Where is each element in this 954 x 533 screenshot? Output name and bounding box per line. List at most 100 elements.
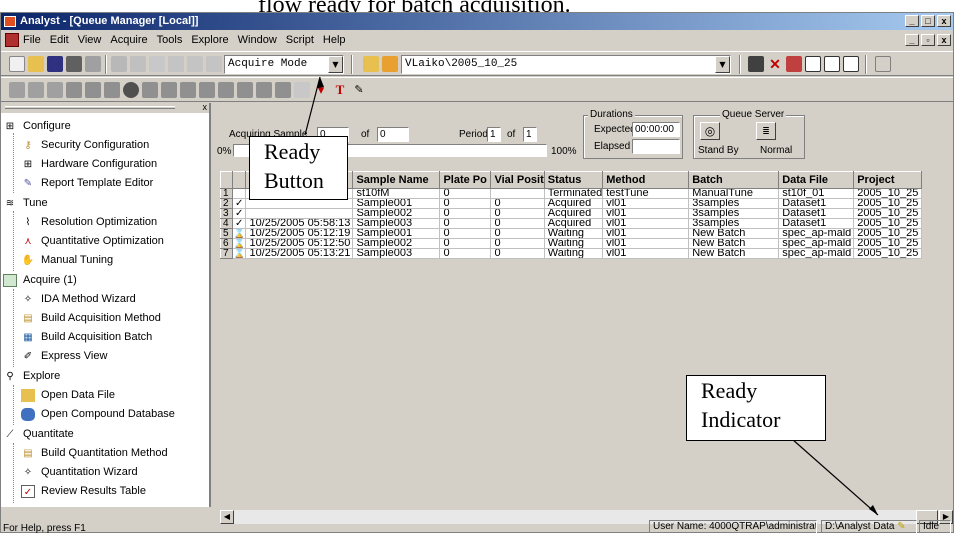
data-file-cell[interactable]: Dataset1 [778,198,855,209]
column-header[interactable]: Status [543,171,604,189]
row-number[interactable]: 5 [220,228,233,239]
status-cell[interactable]: Waiting [543,238,604,249]
print-icon[interactable] [66,56,82,72]
paste-icon[interactable] [149,56,165,72]
batch-cell[interactable]: New Batch [688,228,780,239]
doc-close-button[interactable]: x [937,34,951,46]
column-header[interactable]: Vial Posit [490,171,545,189]
sample-name-cell[interactable]: Sample002 [352,208,441,219]
sample-name-cell[interactable]: Sample001 [352,198,441,209]
nav-item-configure[interactable]: ⊞ Configure [3,117,71,135]
status-cell[interactable]: Terminated [543,188,604,199]
mode-combo[interactable]: Acquire Mode ▼ [224,55,344,74]
acquired-time-cell[interactable]: 10/25/2005 05:12:50 [245,238,354,249]
method-cell[interactable]: testTune [602,188,690,199]
table-row[interactable]: 2 ✓ Sample001 0 0 Acquired vl01 3samples Dataset… [220,198,923,209]
project-cell[interactable]: 2005_10_25 [853,228,923,239]
batch-cell[interactable]: 3samples [688,198,780,209]
status-cell[interactable]: Waiting [543,228,604,239]
text-icon[interactable]: T [332,82,348,98]
chevron-down-icon[interactable]: ▼ [328,56,343,73]
vial-position-cell[interactable]: 0 [490,228,545,239]
plate-position-cell[interactable]: 0 [439,238,492,249]
vial-position-cell[interactable]: 0 [490,218,545,229]
batch-cell[interactable]: ManualTune [688,188,780,199]
project-cell[interactable]: 2005_10_25 [853,218,923,229]
project-folder-icon[interactable] [363,56,379,72]
nav-item-build-acquisition-method[interactable]: ▤ Build Acquisition Method [21,309,161,327]
report-icon[interactable] [786,56,802,72]
nav-item-review-results-table[interactable]: ✓ Review Results Table [21,482,146,500]
sample-name-cell[interactable]: st10fM [352,188,441,199]
tool-icon[interactable] [142,82,158,98]
doc-minimize-button[interactable]: _ [905,34,919,46]
project-cell[interactable]: 2005_10_25 [853,248,923,259]
new-icon[interactable] [9,56,25,72]
normal-toggle-icon[interactable]: ≣ [756,122,776,140]
tool-icon[interactable] [237,82,253,98]
data-file-cell[interactable]: spec_ap-mald [778,238,855,249]
chevron-down-icon[interactable]: ▼ [715,56,730,73]
data-file-cell[interactable]: Dataset1 [778,208,855,219]
row-number[interactable]: 1 [220,188,233,199]
plate-position-cell[interactable]: 0 [439,218,492,229]
window-icon[interactable] [805,56,821,72]
close-icon[interactable]: x [203,103,208,112]
tool-icon[interactable] [47,82,63,98]
vial-position-cell[interactable] [490,188,545,199]
acquired-time-cell[interactable] [245,198,354,209]
tool-icon[interactable] [256,82,272,98]
acquired-time-cell[interactable]: 10/25/2005 05:12:19 [245,228,354,239]
tool-icon[interactable] [294,82,310,98]
project-cell[interactable]: 2005_10_25 [853,238,923,249]
minimize-button[interactable]: _ [905,15,919,27]
queue-icon[interactable] [748,56,764,72]
nav-item-open-compound-database[interactable]: Open Compound Database [21,405,175,423]
nav-item-explore[interactable]: ⚲ Explore [3,367,60,385]
project-cell[interactable]: 2005_10_25 [853,198,923,209]
status-cell[interactable]: Acquired [543,198,604,209]
row-number[interactable]: 6 [220,238,233,249]
plate-position-cell[interactable]: 0 [439,208,492,219]
tool-icon[interactable] [199,82,215,98]
nav-item-build-quantitation-method[interactable]: ▤ Build Quantitation Method [21,444,167,462]
nav-item-open-data-file[interactable]: Open Data File [21,386,115,404]
vial-position-cell[interactable]: 0 [490,238,545,249]
tool-icon[interactable] [85,82,101,98]
plate-position-cell[interactable]: 0 [439,228,492,239]
tool-icon[interactable] [275,82,291,98]
acquired-time-cell[interactable]: 10/25/2005 05:13:21 [245,248,354,259]
method-cell[interactable]: vl01 [602,218,690,229]
tool-icon[interactable] [104,82,120,98]
table-row[interactable]: 7 ⌛ 10/25/2005 05:13:21 Sample003 0 0 Waiting v… [220,248,923,259]
sample-name-cell[interactable]: Sample001 [352,228,441,239]
menu-acquire[interactable]: Acquire [110,34,147,46]
batch-cell[interactable]: 3samples [688,218,780,229]
plate-position-cell[interactable]: 0 [439,198,492,209]
nav-item-quantitative-optimization[interactable]: ⋏ Quantitative Optimization [21,232,164,250]
method-cell[interactable]: vl01 [602,198,690,209]
vial-position-cell[interactable]: 0 [490,208,545,219]
nav-item-express-view[interactable]: ✐ Express View [21,347,108,365]
method-cell[interactable]: vl01 [602,228,690,239]
column-header[interactable]: Batch [688,171,780,189]
menu-view[interactable]: View [78,34,102,46]
wizard-icon[interactable]: ✎ [351,82,367,98]
record-icon[interactable] [123,82,139,98]
nav-item-hardware-configuration[interactable]: ⊞ Hardware Configuration [21,155,157,173]
nav-item-tune[interactable]: ≋ Tune [3,194,48,212]
plate-position-cell[interactable]: 0 [439,248,492,259]
data-file-cell[interactable]: spec_ap-mald [778,228,855,239]
status-cell[interactable]: Acquired [543,218,604,229]
data-file-cell[interactable]: st10f_01 [778,188,855,199]
project-open-icon[interactable] [382,56,398,72]
sample-name-cell[interactable]: Sample003 [352,248,441,259]
print-preview-icon[interactable] [85,56,101,72]
method-cell[interactable]: vl01 [602,238,690,249]
save-icon[interactable] [47,56,63,72]
pin-icon[interactable] [206,56,222,72]
table-row[interactable]: 3 ✓ Sample002 0 0 Acquired vl01 3samples Dataset… [220,208,923,219]
nav-item-report-template-editor[interactable]: ✎ Report Template Editor [21,174,154,192]
vial-position-cell[interactable]: 0 [490,198,545,209]
batch-cell[interactable]: 3samples [688,208,780,219]
